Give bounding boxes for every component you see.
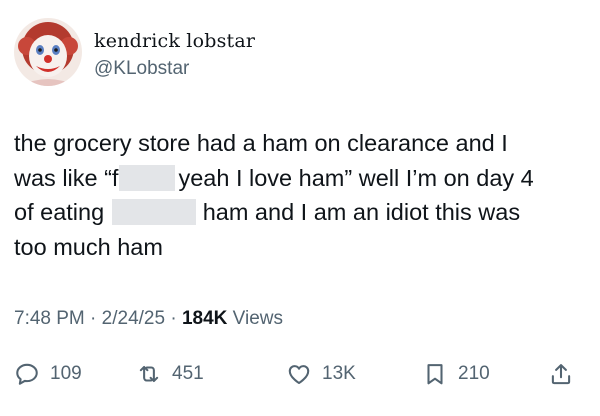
tweet-text-line-2: was like “f yeah I love ham” well I’m on … [14,161,584,196]
share-icon [551,364,571,385]
tweet-text-line-3: of eating ham and I am an idiot this was [14,195,584,230]
share-button[interactable] [548,354,574,394]
tweet-time[interactable]: 7:48 PM [14,308,85,329]
views-label: Views [232,308,283,329]
tweet: kendrick lobstar @KLobstar the grocery s… [0,0,600,416]
reply-count: 109 [50,363,82,384]
display-name[interactable]: kendrick lobstar [94,30,255,52]
tweet-meta: 7:48 PM · 2/24/25 · 184K Views [14,308,283,330]
repost-count: 451 [172,363,204,384]
user-handle[interactable]: @KLobstar [94,58,189,80]
tweet-text-segment: was like “f [14,164,119,191]
views-count: 184K [181,308,228,329]
tweet-text-line-4: too much ham [14,233,163,260]
bookmark-count: 210 [458,363,490,384]
meta-separator: · [170,308,177,329]
bookmark-button[interactable]: 210 [422,354,490,394]
bookmark-icon [427,364,443,385]
reply-button[interactable]: 109 [14,354,82,394]
reply-icon [16,363,38,385]
repost-button[interactable]: 451 [136,354,204,394]
like-button[interactable]: 13K [286,354,356,394]
like-count: 13K [322,363,356,384]
meta-separator: · [90,308,97,329]
avatar-clown-image [14,18,82,86]
tweet-text-line-1: the grocery store had a ham on clearance… [14,130,508,156]
tweet-text-segment: ham and I am an idiot this was [202,199,521,225]
avatar[interactable] [14,18,82,86]
repost-icon [139,365,159,383]
redaction-box [111,199,196,225]
tweet-text-segment: yeah I love ham” well I’m on day 4 [178,164,534,191]
tweet-text: the grocery store had a ham on clearance… [14,126,584,264]
tweet-text-segment: of eating [14,199,105,225]
redaction-box [119,164,176,191]
tweet-date[interactable]: 2/24/25 [102,308,165,329]
heart-icon [288,365,310,385]
action-bar: 109 451 13K 210 [0,354,600,394]
